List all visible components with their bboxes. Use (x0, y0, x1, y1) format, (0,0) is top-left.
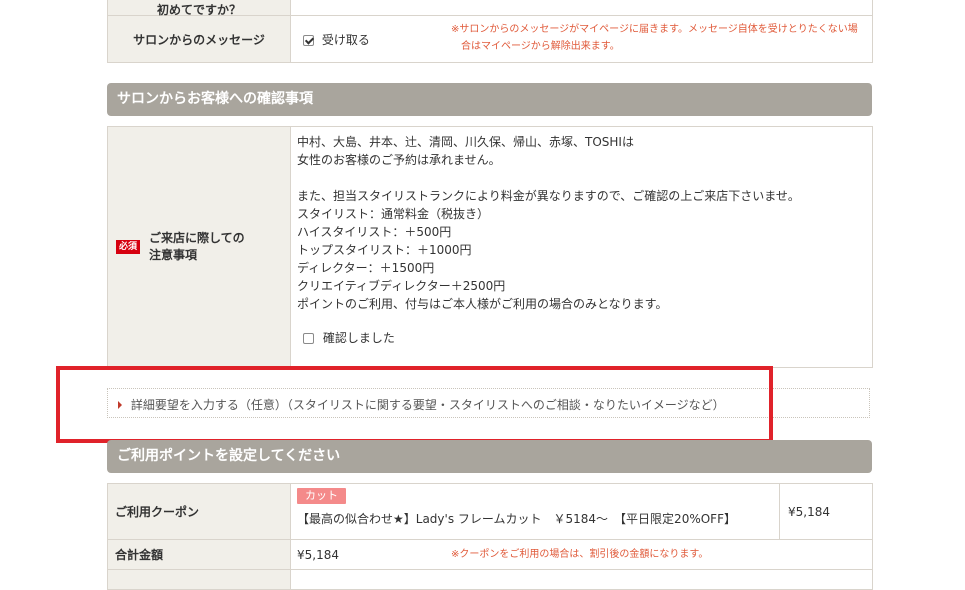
caret-right-icon (118, 401, 122, 409)
next-row-partial (107, 569, 873, 590)
coupon-description: 【最高の似合わせ★】Lady's フレームカット ￥5184～ 【平日限定20%… (297, 512, 736, 526)
coupon-row: ご利用クーポン カット 【最高の似合わせ★】Lady's フレームカット ￥51… (107, 483, 873, 540)
notice-line: また、担当スタイリストランクにより料金が異なりますので、ご確認の上ご来店下さいま… (297, 189, 800, 203)
coupon-content: カット 【最高の似合わせ★】Lady's フレームカット ￥5184～ 【平日限… (290, 483, 780, 540)
detail-request-link[interactable]: 詳細要望を入力する（任意）（スタイリストに関する要望・スタイリストへのご相談・な… (131, 398, 725, 412)
confirm-checkbox[interactable]: 確認しました (303, 329, 866, 346)
notice-line: スタイリスト：通常料金（税抜き） (297, 207, 490, 221)
total-amount: ¥5,184 (297, 547, 339, 562)
notice-line: クリエイティブディレクター＋2500円 (297, 279, 506, 293)
notice-label-line2: 注意事項 (149, 248, 198, 262)
confirm-table: 必須 ご来店に際しての 注意事項 中村、大島、井本、辻、清岡、川久保、帰山、赤塚… (107, 126, 873, 368)
confirm-section-heading: サロンからお客様への確認事項 (107, 83, 872, 116)
notice-line: ポイントのご利用、付与はご本人様がご利用の場合のみとなります。 (297, 297, 668, 311)
notice-label-line1: ご来店に際しての (149, 231, 245, 245)
notice-line: トップスタイリスト：＋1000円 (297, 243, 472, 257)
notice-row: 必須 ご来店に際しての 注意事項 中村、大島、井本、辻、清岡、川久保、帰山、赤塚… (107, 126, 873, 368)
message-value: 受け取る ※サロンからのメッセージがマイページに届きます。メッセージ自体を受けと… (290, 15, 873, 63)
message-settings-table: 初めてですか？ サロンからのメッセージ 受け取る ※サロンからのメッセージがマイ… (107, 0, 873, 63)
notice-line: 中村、大島、井本、辻、清岡、川久保、帰山、赤塚、TOSHIは (297, 135, 634, 149)
notice-content-cell: 中村、大島、井本、辻、清岡、川久保、帰山、赤塚、TOSHIは 女性のお客様のご予… (290, 126, 873, 368)
coupon-label: ご利用クーポン (107, 483, 291, 540)
notice-text: 中村、大島、井本、辻、清岡、川久保、帰山、赤塚、TOSHIは 女性のお客様のご予… (297, 133, 866, 313)
notice-line: 女性のお客様のご予約は承れません。 (297, 153, 501, 167)
checkbox-unchecked-icon (303, 333, 314, 344)
total-label: 合計金額 (107, 539, 291, 570)
receive-message-checkbox[interactable]: 受け取る (303, 31, 370, 48)
receive-message-label: 受け取る (321, 33, 370, 47)
first-visit-value (290, 0, 873, 16)
total-content: ¥5,184 ※クーポンをご利用の場合は、割引後の金額になります。 (290, 539, 873, 570)
notice-line: ハイスタイリスト：＋500円 (297, 225, 452, 239)
confirm-checkbox-label: 確認しました (322, 331, 395, 345)
message-note: ※サロンからのメッセージがマイページに届きます。メッセージ自体を受けとりたくない… (451, 24, 858, 52)
message-label: サロンからのメッセージ (107, 15, 291, 63)
message-row: サロンからのメッセージ 受け取る ※サロンからのメッセージがマイページに届きます… (107, 15, 873, 63)
points-section-heading: ご利用ポイントを設定してください (107, 440, 872, 473)
detail-request-toggle[interactable]: 詳細要望を入力する（任意）（スタイリストに関する要望・スタイリストへのご相談・な… (107, 388, 870, 418)
coupon-tag: カット (297, 488, 346, 504)
required-badge: 必須 (116, 240, 141, 254)
total-row: 合計金額 ¥5,184 ※クーポンをご利用の場合は、割引後の金額になります。 (107, 539, 873, 570)
notice-line (297, 169, 866, 187)
first-visit-label: 初めてですか？ (107, 0, 291, 17)
total-note: ※クーポンをご利用の場合は、割引後の金額になります。 (451, 549, 709, 560)
first-visit-row: 初めてですか？ (107, 0, 873, 17)
checkbox-checked-icon (303, 35, 314, 46)
notice-label-cell: 必須 ご来店に際しての 注意事項 (107, 126, 291, 368)
summary-table: ご利用クーポン カット 【最高の似合わせ★】Lady's フレームカット ￥51… (107, 483, 873, 590)
notice-line: ディレクター：＋1500円 (297, 261, 435, 275)
coupon-price: ¥5,184 (779, 483, 873, 540)
